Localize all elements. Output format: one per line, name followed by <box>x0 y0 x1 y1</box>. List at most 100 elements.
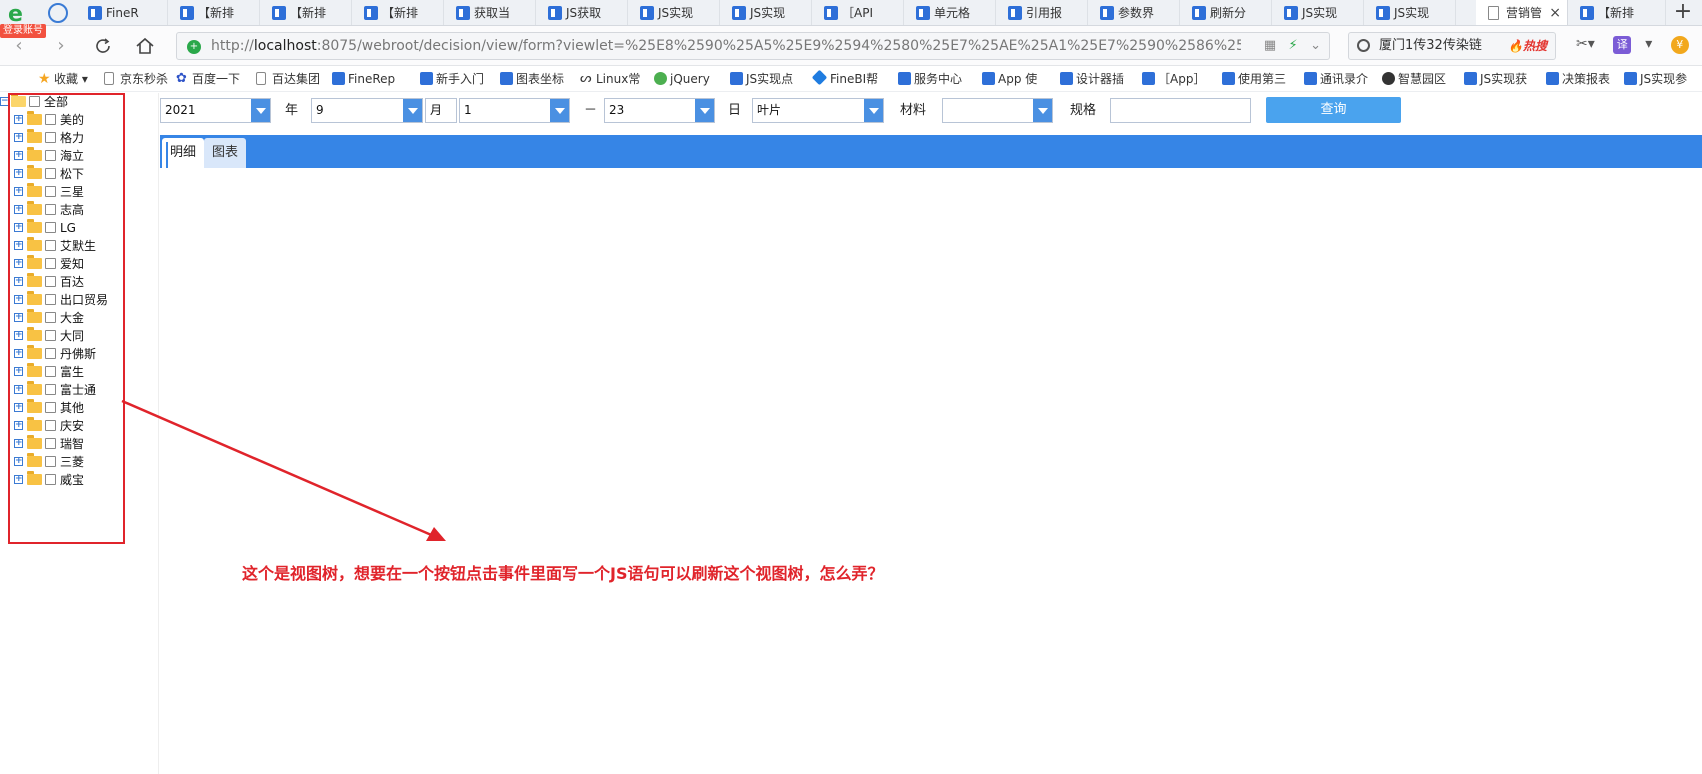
bookmark-item[interactable]: 京东秒杀 <box>102 66 172 91</box>
finereport-icon <box>1464 72 1477 85</box>
lightning-icon[interactable]: ⚡ <box>1289 38 1298 53</box>
dropdown-arrow-icon[interactable] <box>251 99 270 122</box>
bookmark-item[interactable]: ★ 收藏 ▾ <box>36 66 100 91</box>
close-tab-icon[interactable]: × <box>1549 0 1561 25</box>
chevron-down-icon[interactable]: ⌄ <box>1310 38 1321 53</box>
compass-icon[interactable] <box>47 2 69 24</box>
browser-tab[interactable]: 【新排 <box>260 0 352 25</box>
browser-tab[interactable]: JS实现 <box>720 0 812 25</box>
svg-text:e: e <box>8 2 23 24</box>
tab-label: 获取当 <box>474 6 511 20</box>
tab-detail[interactable]: 明细 <box>162 138 205 168</box>
qr-code-icon[interactable]: ▦ <box>1264 38 1276 53</box>
finereport-icon <box>1580 6 1594 20</box>
material-type-combo[interactable]: 叶片 <box>752 98 884 123</box>
browser-tab[interactable]: JS获取 <box>536 0 628 25</box>
finereport-icon <box>364 6 378 20</box>
browser-tab[interactable]: 引用报 <box>996 0 1088 25</box>
home-icon[interactable] <box>134 35 156 57</box>
login-account-badge[interactable]: 登录账号 <box>0 24 46 38</box>
bookmark-item[interactable]: 使用第三 <box>1220 66 1300 91</box>
finereport-icon <box>1100 6 1114 20</box>
tab-label: 【新排 <box>1598 6 1635 20</box>
finereport-icon <box>1222 72 1235 85</box>
browser-tab[interactable]: 单元格 <box>904 0 996 25</box>
finereport-icon <box>1304 72 1317 85</box>
tab-chart[interactable]: 图表 <box>204 138 247 168</box>
browser-logo-icon[interactable]: e <box>6 2 30 24</box>
dropdown-arrow-icon[interactable] <box>550 99 569 122</box>
browser-tab[interactable]: JS实现 <box>1272 0 1364 25</box>
url-text[interactable]: http://localhost:8075/webroot/decision/v… <box>211 33 1241 59</box>
browser-tab[interactable]: 【新排 <box>168 0 260 25</box>
spec-input[interactable] <box>1110 98 1251 123</box>
bookmark-item[interactable]: 设计器插 <box>1058 66 1138 91</box>
new-tab-button[interactable]: + <box>1668 0 1698 25</box>
query-button[interactable]: 查询 <box>1266 97 1401 123</box>
day-to-combo[interactable]: 23 <box>604 98 715 123</box>
bookmark-item[interactable]: ［App］ <box>1140 66 1220 91</box>
bookmark-item[interactable]: 百达集团 <box>254 66 326 91</box>
bookmark-item[interactable]: 新手入门 <box>418 66 494 91</box>
browser-tab[interactable]: 参数界 <box>1088 0 1180 25</box>
year-combo[interactable]: 2021 <box>160 98 271 123</box>
finereport-icon <box>1142 72 1155 85</box>
browser-tab[interactable]: 【新排 <box>352 0 444 25</box>
bookmark-item[interactable]: FineBI帮 <box>812 66 892 91</box>
bookmark-item[interactable]: FineRep <box>330 66 414 91</box>
bookmark-item[interactable]: ✿ 百度一下 <box>174 66 250 91</box>
forward-icon[interactable]: › <box>50 35 72 57</box>
browser-tab[interactable]: ［API <box>812 0 904 25</box>
search-suggestion[interactable]: 厦门1传32传染链 <box>1379 33 1482 59</box>
bookmark-item[interactable]: 智慧园区 <box>1380 66 1460 91</box>
month-combo[interactable]: 9 <box>311 98 423 123</box>
wallet-icon[interactable]: ¥▾ <box>1670 36 1702 54</box>
browser-tab-active[interactable]: 营销管 × <box>1476 0 1568 25</box>
browser-tab[interactable]: JS实现 <box>628 0 720 25</box>
dropdown-arrow-icon[interactable] <box>695 99 714 122</box>
report-page: − 全部 + 美的 + 格力 + 海立 + 松下 + 三星 + 志高 + LG + 艾默生 + 爱… <box>0 93 1702 774</box>
tab-label: 【新排 <box>290 6 327 20</box>
reload-icon[interactable] <box>92 35 114 57</box>
bookmark-item[interactable]: ᔕ Linux常 <box>578 66 648 91</box>
bookmark-item[interactable]: JS实现点 <box>728 66 808 91</box>
bookmark-item[interactable]: 图表坐标 <box>498 66 574 91</box>
day-from-combo[interactable]: 1 <box>459 98 570 123</box>
bookmark-item[interactable]: JS实现参 <box>1622 66 1702 91</box>
hot-search-badge[interactable]: 🔥热搜 <box>1508 33 1547 59</box>
finereport-icon <box>548 6 562 20</box>
browser-tab[interactable]: 【新排 <box>1568 0 1666 25</box>
finereport-icon <box>916 6 930 20</box>
browser-tab[interactable]: 刷新分 <box>1180 0 1272 25</box>
search-box[interactable]: 厦门1传32传染链 🔥热搜 <box>1348 32 1556 60</box>
bookmark-item[interactable]: jQuery <box>652 66 724 91</box>
dropdown-arrow-icon[interactable] <box>864 99 883 122</box>
year-value: 2021 <box>165 103 196 117</box>
translate-icon[interactable]: 译 ▾ <box>1613 36 1652 54</box>
material-combo[interactable] <box>942 98 1053 123</box>
dropdown-arrow-icon[interactable] <box>1033 99 1052 122</box>
finereport-icon <box>824 6 838 20</box>
bookmark-item[interactable]: 决策报表 <box>1544 66 1622 91</box>
back-icon[interactable]: ‹ <box>8 35 30 57</box>
bookmarks-bar: ★ 收藏 ▾ 京东秒杀 ✿ 百度一下 百达集团 FineRep 新手入门 图表坐标 … <box>0 66 1702 92</box>
day-label: 日 <box>728 103 742 118</box>
url-path: :8075/webroot/decision/view/form?viewlet… <box>316 38 1241 54</box>
bookmark-item[interactable]: 服务中心 <box>896 66 976 91</box>
day-from-value: 1 <box>464 103 472 117</box>
finereport-icon <box>332 72 345 85</box>
star-icon: ★ <box>38 71 51 87</box>
bookmark-item[interactable]: 通讯录介 <box>1302 66 1380 91</box>
scissors-icon[interactable]: ✂▾ <box>1576 36 1595 52</box>
browser-tab[interactable]: 获取当 <box>444 0 536 25</box>
address-bar[interactable]: + http://localhost:8075/webroot/decision… <box>176 32 1330 60</box>
bookmark-item[interactable]: App 使 <box>980 66 1054 91</box>
annotation-highlight-box <box>8 93 125 544</box>
bookmark-item[interactable]: JS实现获 <box>1462 66 1542 91</box>
browser-tab[interactable]: JS实现 <box>1364 0 1456 25</box>
month-value: 9 <box>316 103 324 117</box>
finereport-icon <box>456 6 470 20</box>
browser-tab[interactable]: FineR <box>76 0 168 25</box>
tab-label: FineR <box>106 6 139 20</box>
dropdown-arrow-icon[interactable] <box>403 99 422 122</box>
